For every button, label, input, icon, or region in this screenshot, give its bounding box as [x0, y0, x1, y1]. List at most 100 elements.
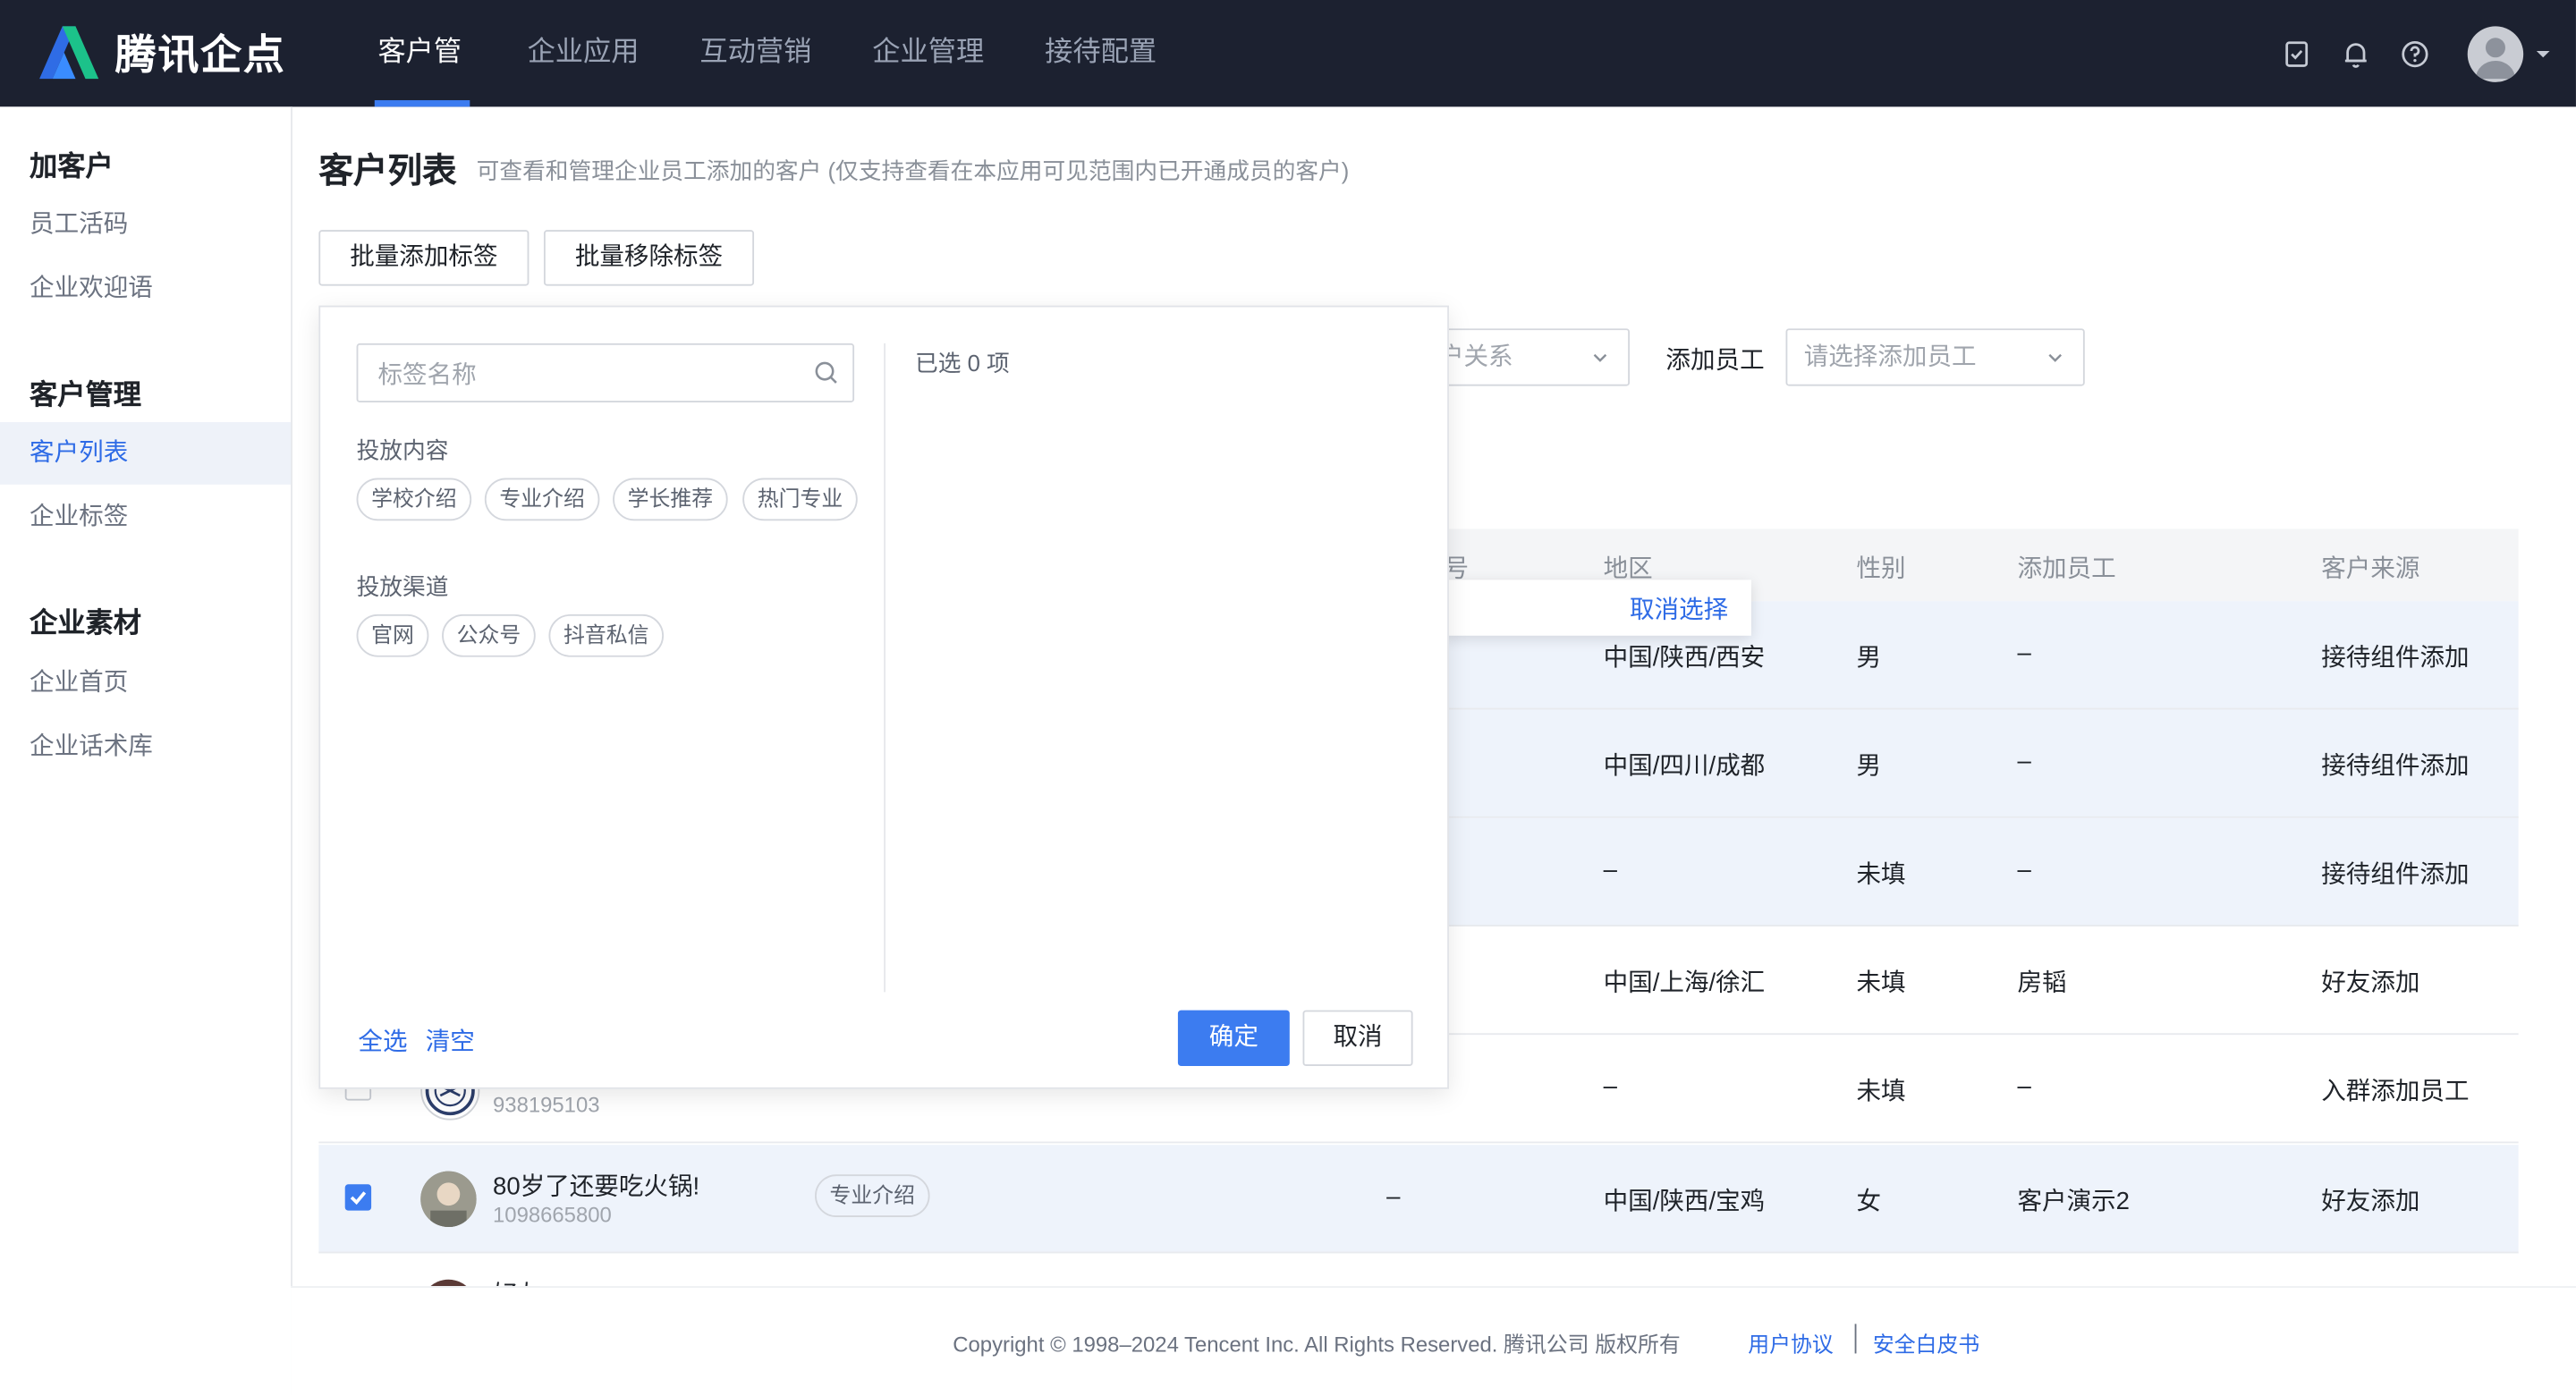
batch-remove-tag-button[interactable]: 批量移除标签 — [543, 230, 755, 286]
cancel-selection-popup: 取消选择 — [1442, 580, 1751, 636]
table-row[interactable]: 80岁了还要吃火锅! 1098665800 专业介绍 – 中国/陕西/宝鸡 女 … — [318, 1145, 2519, 1254]
customer-tag: 专业介绍 — [815, 1174, 930, 1217]
tag-group-title-content: 投放内容 — [356, 436, 449, 463]
sidebar-item-staff-qr[interactable]: 员工活码 — [0, 194, 291, 257]
customer-id: 1098665800 — [493, 1202, 612, 1228]
cell-region: 中国/上海/徐汇 — [1603, 969, 1766, 997]
tag-chip-school-intro[interactable]: 学校介绍 — [356, 478, 472, 521]
page-title: 客户列表 — [318, 152, 457, 191]
avatar — [2467, 25, 2524, 81]
tag-chip-hot-major[interactable]: 热门专业 — [742, 478, 858, 521]
logo[interactable]: 腾讯企点 — [39, 23, 286, 82]
cell-source: 好友添加 — [2321, 1187, 2420, 1216]
chevron-down-icon — [2048, 353, 2062, 362]
tag-chip-official-account[interactable]: 公众号 — [442, 613, 536, 657]
sidebar-group-customer-management: 客户管理 — [30, 379, 141, 411]
sidebar-item-script-library[interactable]: 企业话术库 — [0, 716, 291, 779]
user-menu[interactable] — [2467, 25, 2554, 81]
select-all-link[interactable]: 全选 — [358, 1023, 407, 1058]
cell-staff: – — [2017, 855, 2031, 884]
sidebar-item-enterprise-home[interactable]: 企业首页 — [0, 652, 291, 715]
cell-source: 接待组件添加 — [2321, 643, 2470, 673]
tag-chip-official-site[interactable]: 官网 — [356, 613, 429, 657]
cell-gender: 未填 — [1856, 1077, 1906, 1106]
cell-staff: – — [2017, 747, 2031, 775]
tag-search-box[interactable] — [356, 343, 855, 402]
cell-staff: – — [2017, 639, 2031, 667]
nav-enterprise-management[interactable]: 企业管理 — [843, 0, 1013, 106]
cell-source: 好友添加 — [2321, 969, 2420, 997]
panel-divider — [884, 343, 886, 993]
footer-separator — [1854, 1324, 1857, 1354]
row-checkbox-checked[interactable] — [344, 1184, 372, 1211]
batch-add-tag-button[interactable]: 批量添加标签 — [318, 230, 530, 286]
nav-interactive-marketing[interactable]: 互动营销 — [670, 0, 841, 106]
cell-source: 接待组件添加 — [2321, 860, 2470, 889]
cell-gender: 男 — [1856, 643, 1882, 673]
copyright-text: Copyright © 1998–2024 Tencent Inc. All R… — [953, 1332, 1681, 1358]
tag-chip-douyin-dm[interactable]: 抖音私信 — [548, 613, 665, 657]
cell-region: 中国/陕西/宝鸡 — [1603, 1187, 1766, 1216]
cell-staff: 客户演示2 — [2017, 1187, 2130, 1216]
cell-region: 中国/四川/成都 — [1603, 752, 1766, 781]
search-icon[interactable] — [813, 360, 839, 385]
staff-select[interactable]: 请选择添加员工 — [1785, 328, 2085, 386]
cell-gender: 未填 — [1856, 860, 1906, 889]
sidebar-item-customer-list[interactable]: 客户列表 — [0, 422, 292, 485]
nav-enterprise-apps[interactable]: 企业应用 — [498, 0, 669, 106]
tag-chip-major-intro[interactable]: 专业介绍 — [484, 478, 600, 521]
help-icon[interactable] — [2385, 24, 2445, 83]
confirm-button[interactable]: 确定 — [1177, 1010, 1290, 1067]
sidebar-item-enterprise-tags[interactable]: 企业标签 — [0, 486, 291, 549]
security-whitepaper-link[interactable]: 安全白皮书 — [1873, 1327, 1979, 1358]
staff-filter-label: 添加员工 — [1665, 346, 1765, 375]
sidebar: 加客户 员工活码 企业欢迎语 客户管理 客户列表 企业标签 企业素材 企业首页 … — [0, 106, 292, 1395]
cell-source: 接待组件添加 — [2321, 752, 2470, 781]
customer-name: 好友 — [493, 1276, 542, 1287]
cell-region: – — [1603, 1072, 1617, 1101]
top-navbar: 腾讯企点 客户管理 企业应用 互动营销 企业管理 接待配置 — [0, 0, 2576, 173]
customer-name: 80岁了还要吃火锅! — [493, 1172, 700, 1201]
cell-source: 入群添加员工 — [2321, 1077, 2470, 1106]
clear-link[interactable]: 清空 — [426, 1023, 475, 1058]
staff-select-placeholder: 请选择添加员工 — [1803, 343, 1977, 372]
cell-region: – — [1603, 855, 1617, 884]
logo-text: 腾讯企点 — [114, 32, 286, 80]
customer-id: 938195103 — [493, 1092, 600, 1117]
cell-phone: – — [1386, 1182, 1401, 1211]
th-staff: 添加员工 — [2017, 554, 2116, 584]
sidebar-group-enterprise-materials: 企业素材 — [30, 607, 141, 639]
th-gender: 性别 — [1856, 554, 1906, 584]
nav-customer-management[interactable]: 客户管理 — [348, 0, 496, 173]
caret-down-icon — [2536, 50, 2550, 57]
user-agreement-link[interactable]: 用户协议 — [1748, 1327, 1834, 1358]
bell-icon[interactable] — [2326, 24, 2385, 83]
tag-search-input[interactable] — [374, 354, 792, 394]
tag-group-title-channel: 投放渠道 — [356, 573, 449, 600]
sidebar-group-add-customer: 加客户 — [30, 150, 114, 182]
logo-mark-icon — [39, 23, 112, 82]
chevron-down-icon — [1593, 353, 1607, 362]
cell-staff: 房韬 — [2017, 969, 2067, 997]
th-source: 客户来源 — [2321, 554, 2420, 584]
customer-avatar — [420, 1279, 477, 1287]
nav-reception-config[interactable]: 接待配置 — [1015, 0, 1186, 106]
tag-chip-senior-recommend[interactable]: 学长推荐 — [613, 478, 728, 521]
footer: Copyright © 1998–2024 Tencent Inc. All R… — [291, 1286, 2576, 1396]
cell-gender: 未填 — [1856, 969, 1906, 997]
selected-count: 已选 0 项 — [915, 350, 1010, 376]
table-row[interactable]: 好友 — [318, 1253, 2518, 1287]
tag-select-panel: 投放内容 学校介绍 专业介绍 学长推荐 热门专业 投放渠道 官网 公众号 抖音私… — [318, 305, 1449, 1089]
cell-gender: 女 — [1856, 1187, 1882, 1216]
cell-region: 中国/陕西/西安 — [1603, 643, 1766, 673]
page-subtitle: 可查看和管理企业员工添加的客户 (仅支持查看在本应用可见范围内已开通成员的客户) — [476, 157, 1350, 184]
cell-staff: – — [2017, 1072, 2031, 1101]
checkmark-icon — [350, 1191, 367, 1206]
task-check-icon[interactable] — [2267, 24, 2326, 83]
sidebar-item-welcome-message[interactable]: 企业欢迎语 — [0, 258, 291, 320]
cancel-selection-link[interactable]: 取消选择 — [1630, 591, 1728, 626]
cancel-button[interactable]: 取消 — [1302, 1010, 1413, 1067]
customer-avatar — [420, 1171, 477, 1228]
cell-gender: 男 — [1856, 752, 1882, 781]
main-nav: 客户管理 企业应用 互动营销 企业管理 接待配置 — [348, 0, 1188, 173]
